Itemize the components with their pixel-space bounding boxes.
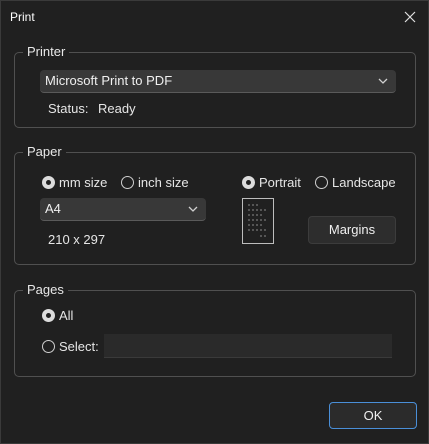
- landscape-label: Landscape: [332, 175, 396, 190]
- select-pages-label: Select:: [59, 339, 99, 354]
- select-pages-radio[interactable]: Select:: [42, 339, 99, 354]
- portrait-label: Portrait: [259, 175, 301, 190]
- all-pages-label: All: [59, 308, 74, 323]
- radio-dot-checked: [42, 309, 55, 322]
- margins-button[interactable]: Margins: [308, 216, 396, 244]
- portrait-radio[interactable]: Portrait: [242, 175, 301, 190]
- printer-select[interactable]: Microsoft Print to PDF: [40, 70, 396, 93]
- paper-group: Paper mm size inch size A4 210 x 297 Por…: [14, 143, 416, 265]
- printer-group: Printer Microsoft Print to PDF Status: R…: [14, 43, 416, 128]
- radio-dot: [42, 340, 55, 353]
- inch-size-radio[interactable]: inch size: [121, 175, 189, 190]
- title-bar: Print: [1, 1, 428, 33]
- status-value: Ready: [98, 101, 136, 116]
- paper-dimensions: 210 x 297: [48, 232, 106, 247]
- chevron-down-icon: [378, 78, 388, 84]
- page-range-input[interactable]: [104, 334, 392, 358]
- paper-size-value: A4: [45, 201, 61, 216]
- ok-button[interactable]: OK: [329, 402, 417, 429]
- close-icon: [404, 11, 416, 23]
- pages-group: Pages All Select:: [14, 281, 416, 377]
- mm-size-label: mm size: [59, 175, 108, 190]
- pages-legend: Pages: [23, 281, 68, 299]
- chevron-down-icon: [188, 206, 198, 212]
- mm-size-radio[interactable]: mm size: [42, 175, 107, 190]
- inch-size-label: inch size: [138, 175, 189, 190]
- all-pages-radio[interactable]: All: [42, 308, 73, 323]
- dialog-title: Print: [10, 10, 35, 24]
- printer-select-value: Microsoft Print to PDF: [45, 73, 173, 88]
- radio-dot-checked: [42, 176, 55, 189]
- landscape-radio[interactable]: Landscape: [315, 175, 396, 190]
- printer-legend: Printer: [23, 43, 70, 61]
- paper-legend: Paper: [23, 143, 66, 161]
- radio-dot-checked: [242, 176, 255, 189]
- radio-dot: [315, 176, 328, 189]
- close-button[interactable]: [396, 3, 424, 31]
- radio-dot: [121, 176, 134, 189]
- print-dialog: Print Printer Microsoft Print to PDF Sta…: [0, 0, 429, 444]
- page-portrait-icon: [242, 198, 274, 244]
- status-label: Status:: [48, 101, 89, 116]
- paper-size-select[interactable]: A4: [40, 198, 206, 221]
